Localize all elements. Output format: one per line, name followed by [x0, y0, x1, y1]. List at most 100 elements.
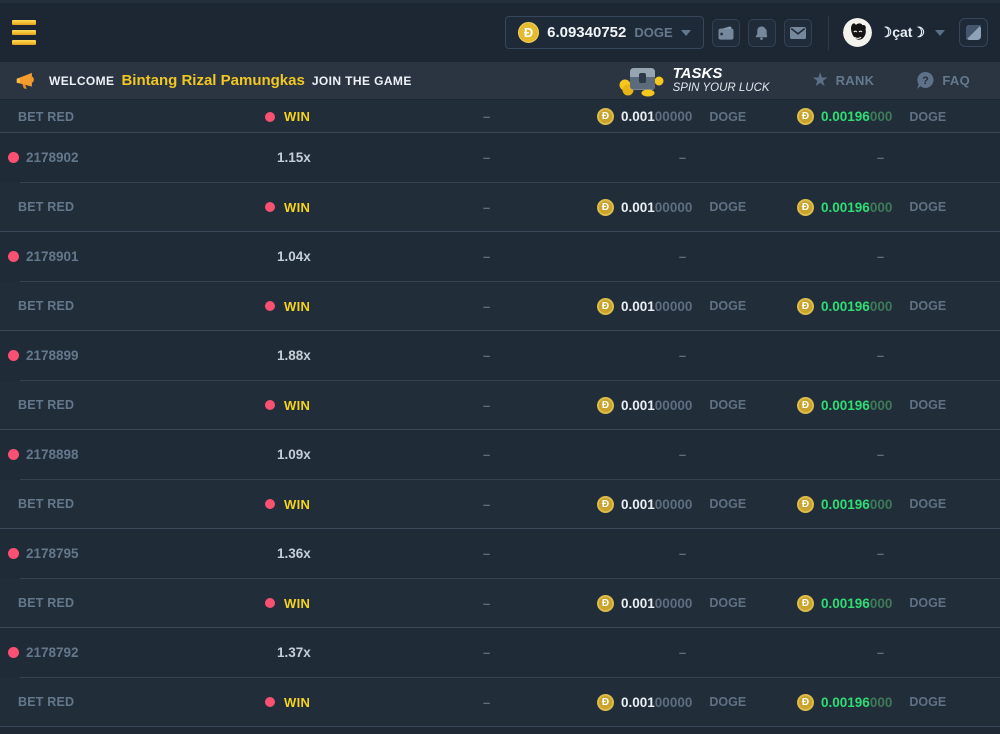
messages-button[interactable] — [784, 19, 812, 47]
multiplier-value: 1.09x — [277, 447, 311, 462]
bet-detail-row[interactable]: BET RED WIN – Ð 0.00100000 DOGE Ð 0.0019… — [0, 678, 1000, 728]
bet-type-label: BET RED — [18, 497, 74, 511]
megaphone-icon — [14, 70, 37, 92]
divider — [828, 16, 829, 50]
empty-value: – — [679, 249, 686, 264]
empty-value: – — [877, 447, 884, 462]
bet-id: 2178899 — [26, 348, 79, 363]
result-dot — [265, 112, 275, 122]
svg-text:?: ? — [923, 75, 930, 87]
result-label: WIN — [284, 109, 310, 124]
empty-value: – — [483, 645, 490, 660]
multiplier-value: 1.36x — [277, 546, 311, 561]
empty-value: – — [483, 695, 490, 710]
doge-coin-icon: Ð — [597, 298, 614, 315]
bet-detail-row[interactable]: BET RED WIN – Ð 0.00100000 DOGE Ð 0.0019… — [0, 100, 1000, 133]
bet-id: 2178901 — [26, 249, 79, 264]
bet-id-row[interactable]: 2178792 1.37x – – – — [0, 628, 1000, 678]
wallet-button[interactable] — [712, 19, 740, 47]
welcome-username: Bintang Rizal Pamungkas — [121, 72, 304, 89]
empty-value: – — [483, 200, 490, 215]
profit-amount: 0.00196000 — [821, 109, 892, 124]
top-bar: Ð 6.09340752 DOGE — [0, 0, 1000, 62]
rank-label: RANK — [836, 73, 875, 88]
empty-value: – — [483, 546, 490, 561]
profit-amount: 0.00196000 — [821, 398, 892, 413]
empty-value: – — [877, 150, 884, 165]
profit-amount: 0.00196000 — [821, 596, 892, 611]
currency-label: DOGE — [909, 200, 946, 214]
empty-value: – — [679, 645, 686, 660]
chevron-down-icon — [935, 30, 945, 36]
empty-value: – — [483, 348, 490, 363]
currency-label: DOGE — [909, 398, 946, 412]
bet-id-dot — [8, 152, 19, 163]
bet-type-label: BET RED — [18, 398, 74, 412]
currency-label: DOGE — [709, 497, 746, 511]
result-label: WIN — [284, 299, 310, 314]
bet-id-row[interactable]: 2178795 1.36x – – – — [0, 529, 1000, 579]
currency-label: DOGE — [909, 596, 946, 610]
bet-detail-row[interactable]: BET RED WIN – Ð 0.00100000 DOGE Ð 0.0019… — [0, 282, 1000, 332]
empty-value: – — [483, 299, 490, 314]
currency-label: DOGE — [909, 695, 946, 709]
promo-bar: WELCOME Bintang Rizal Pamungkas JOIN THE… — [0, 62, 1000, 100]
result-dot — [265, 400, 275, 410]
next-row-peek — [0, 727, 1000, 734]
currency-label: DOGE — [709, 695, 746, 709]
bet-detail-row[interactable]: BET RED WIN – Ð 0.00100000 DOGE Ð 0.0019… — [0, 480, 1000, 530]
balance-selector[interactable]: Ð 6.09340752 DOGE — [505, 16, 704, 49]
profit-amount: 0.00196000 — [821, 299, 892, 314]
user-menu[interactable]: ☽çat☽ — [843, 18, 945, 47]
result-dot — [265, 598, 275, 608]
multiplier-value: 1.15x — [277, 150, 311, 165]
bet-id-row[interactable]: 2178901 1.04x – – – — [0, 232, 1000, 282]
currency-label: DOGE — [709, 200, 746, 214]
doge-coin-icon: Ð — [797, 496, 814, 513]
bet-id: 2178902 — [26, 150, 79, 165]
bet-amount: 0.00100000 — [621, 200, 692, 215]
bet-id-row[interactable]: 2178899 1.88x – – – — [0, 331, 1000, 381]
currency-label: DOGE — [709, 299, 746, 313]
doge-coin-icon: Ð — [797, 694, 814, 711]
rank-button[interactable]: ★ RANK — [812, 71, 875, 90]
empty-value: – — [877, 546, 884, 561]
bet-id: 2178792 — [26, 645, 79, 660]
empty-value: – — [877, 348, 884, 363]
empty-value: – — [483, 109, 490, 124]
faq-button[interactable]: ? FAQ — [916, 71, 970, 90]
hamburger-menu-button[interactable] — [8, 13, 48, 53]
bet-id-dot — [8, 449, 19, 460]
bet-id-dot — [8, 251, 19, 262]
bet-amount: 0.00100000 — [621, 596, 692, 611]
chat-toggle-button[interactable] — [959, 18, 988, 47]
doge-coin-icon: Ð — [597, 199, 614, 216]
bet-id-dot — [8, 647, 19, 658]
currency-label: DOGE — [709, 596, 746, 610]
profit-amount: 0.00196000 — [821, 497, 892, 512]
bet-detail-row[interactable]: BET RED WIN – Ð 0.00100000 DOGE Ð 0.0019… — [0, 381, 1000, 431]
avatar — [843, 18, 872, 47]
empty-value: – — [679, 150, 686, 165]
bet-id-row[interactable]: 2178902 1.15x – – – — [0, 133, 1000, 183]
tasks-subtitle: SPIN YOUR LUCK — [673, 82, 770, 95]
mail-icon — [790, 27, 806, 39]
bet-detail-row[interactable]: BET RED WIN – Ð 0.00100000 DOGE Ð 0.0019… — [0, 183, 1000, 233]
bet-id-row[interactable]: 2178898 1.09x – – – — [0, 430, 1000, 480]
result-dot — [265, 499, 275, 509]
bet-type-label: BET RED — [18, 596, 74, 610]
currency-label: DOGE — [709, 398, 746, 412]
faq-label: FAQ — [942, 73, 970, 88]
tasks-title: TASKS — [673, 66, 770, 83]
bet-id: 2178898 — [26, 447, 79, 462]
bet-id: 2178795 — [26, 546, 79, 561]
doge-coin-icon: Ð — [797, 199, 814, 216]
currency-label: DOGE — [709, 110, 746, 124]
notifications-button[interactable] — [748, 19, 776, 47]
bet-detail-row[interactable]: BET RED WIN – Ð 0.00100000 DOGE Ð 0.0019… — [0, 579, 1000, 629]
doge-coin-icon: Ð — [597, 694, 614, 711]
tasks-widget[interactable]: TASKS SPIN YOUR LUCK — [618, 64, 770, 97]
currency-label: DOGE — [909, 299, 946, 313]
star-icon: ★ — [812, 71, 829, 90]
result-label: WIN — [284, 200, 310, 215]
